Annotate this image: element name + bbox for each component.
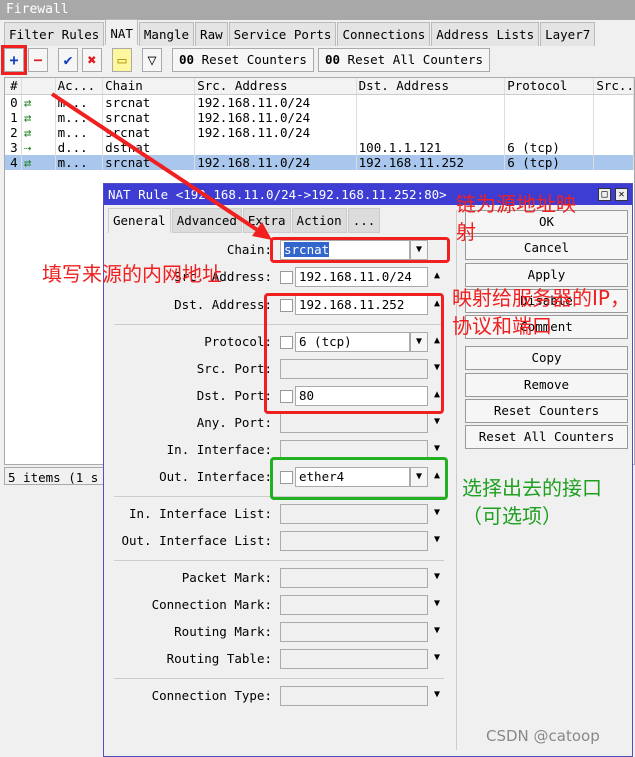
- annotation-out: 选择出去的接口（可选项）: [462, 476, 602, 528]
- arrow-annotation: [50, 92, 272, 240]
- annotation-chain: 链为源地址映射: [456, 192, 576, 244]
- annotation-src: 填写来源的内网地址: [42, 262, 222, 286]
- watermark: CSDN @catoop: [486, 727, 600, 745]
- annotation-dst: 映射给服务器的IP，协议和端口: [452, 286, 630, 338]
